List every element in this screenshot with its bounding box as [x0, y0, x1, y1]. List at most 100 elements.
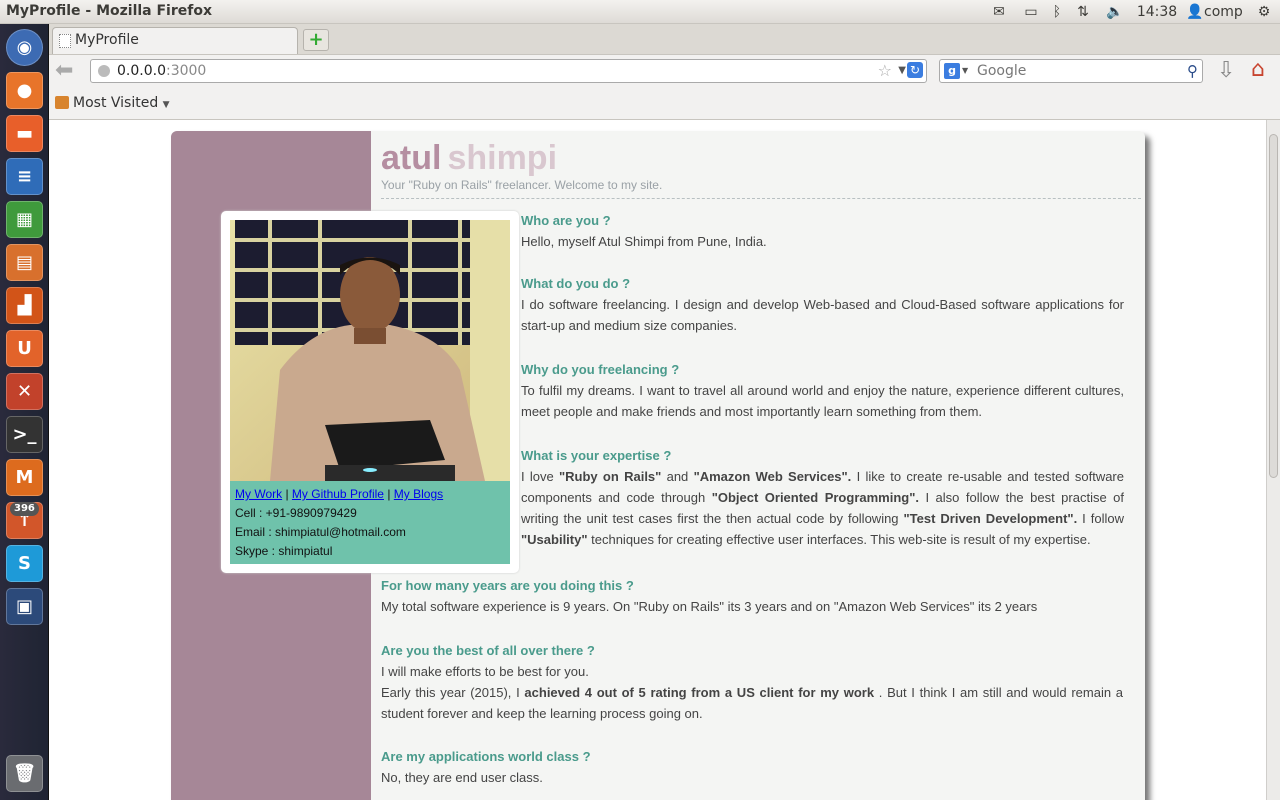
most-visited-menu[interactable]: Most Visited ▼ — [73, 95, 170, 111]
volume-muted-icon[interactable]: 🔈 — [1104, 2, 1126, 22]
user-icon[interactable]: 👤 — [1186, 2, 1203, 22]
answer-text: To fulfil my dreams. I want to travel al… — [521, 383, 1124, 419]
search-icon[interactable]: ⚲ — [1187, 60, 1198, 82]
emphasis: achieved 4 out of 5 rating from a US cli… — [524, 685, 875, 700]
tab-title: MyProfile — [75, 32, 139, 48]
user-name[interactable]: comp — [1204, 2, 1244, 22]
bookmarks-folder-icon — [55, 96, 69, 109]
bookmarks-toolbar: Most Visited ▼ — [49, 88, 1280, 120]
dash-home-icon[interactable]: ◉ — [6, 29, 43, 66]
calc-icon[interactable]: ▦ — [6, 201, 43, 238]
url-bar[interactable]: 0.0.0.0:3000 ☆ ▼ ↻ — [90, 59, 927, 83]
site-identity-icon[interactable] — [98, 65, 110, 77]
qa-section-4: What is your expertise ? I love "Ruby on… — [521, 445, 1124, 550]
answer-part: Early this year (2015), I — [381, 685, 525, 700]
url-host: 0.0.0.0 — [117, 63, 166, 79]
answer-text: No, they are end user class. — [381, 770, 543, 785]
qa-section-6: Are you the best of all over there ? I w… — [381, 640, 1123, 724]
email-address: Email : shimpiatul@hotmail.com — [235, 525, 406, 539]
terminal-icon[interactable]: >_ — [6, 416, 43, 453]
qa-section-3: Why do you freelancing ? To fulfil my dr… — [521, 359, 1124, 422]
unity-launcher: ◉ ● ▬ ≡ ▦ ▤ ▟ U ✕ >_ M 396 ↑ S ▣ 🗑 — [0, 24, 49, 800]
new-tab-button[interactable]: + — [303, 29, 329, 51]
profile-page: atul shimpi Your "Ruby on Rails" freelanc… — [171, 131, 1145, 800]
window-title: MyProfile - Mozilla Firefox — [6, 3, 212, 19]
question-heading: For how many years are you doing this ? — [381, 578, 634, 593]
first-name: atul — [381, 139, 442, 177]
link-separator: | — [285, 487, 289, 501]
chevron-down-icon: ▼ — [162, 100, 170, 110]
scrollbar-thumb[interactable] — [1269, 134, 1278, 478]
settings-gear-icon[interactable]: ⚙ — [1254, 2, 1274, 22]
workspace-switcher-icon[interactable]: ▣ — [6, 588, 43, 625]
bookmark-star-icon[interactable]: ☆ — [878, 60, 892, 82]
answer-text: Hello, myself Atul Shimpi from Pune, Ind… — [521, 234, 767, 249]
tab-strip: MyProfile + — [49, 24, 1280, 54]
emphasis: "Object Oriented Programming". — [711, 490, 919, 505]
my-blogs-link[interactable]: My Blogs — [394, 487, 443, 501]
qa-section-2: What do you do ? I do software freelanci… — [521, 273, 1124, 336]
battery-icon[interactable]: ▭ — [1019, 2, 1043, 22]
trash-icon[interactable]: 🗑 — [6, 755, 43, 792]
answer-text: I love "Ruby on Rails" and "Amazon Web S… — [521, 466, 1124, 550]
mail-icon[interactable]: ✉ — [989, 2, 1009, 22]
software-center-icon[interactable]: ▟ — [6, 287, 43, 324]
qa-section-5: For how many years are you doing this ? … — [381, 575, 1123, 617]
reload-icon[interactable]: ↻ — [907, 62, 923, 78]
navigation-toolbar: ⬅ 0.0.0.0:3000 ☆ ▼ ↻ g ▼ Google ⚲ ⇩ ⌂ — [49, 54, 1280, 88]
cell-number: Cell : +91-9890979429 — [235, 506, 357, 520]
answer-part: techniques for creating effective user i… — [587, 532, 1091, 547]
site-tagline: Your "Ruby on Rails" freelancer. Welcome… — [381, 178, 663, 192]
files-icon[interactable]: ▬ — [6, 115, 43, 152]
most-visited-label: Most Visited — [73, 95, 159, 111]
question-heading: What is your expertise ? — [521, 448, 672, 463]
answer-part: and — [661, 469, 694, 484]
contact-panel: My Work | My Github Profile | My Blogs C… — [230, 481, 510, 564]
skype-icon[interactable]: S — [6, 545, 43, 582]
downloads-icon[interactable]: ⇩ — [1217, 58, 1235, 83]
search-placeholder: Google — [977, 63, 1027, 79]
question-heading: Are my applications world class ? — [381, 749, 591, 764]
tab-myprofile[interactable]: MyProfile — [52, 27, 298, 54]
update-count-badge: 396 — [10, 502, 39, 516]
question-heading: Are you the best of all over there ? — [381, 643, 595, 658]
bluetooth-icon[interactable]: ᛒ — [1049, 2, 1065, 22]
writer-icon[interactable]: ≡ — [6, 158, 43, 195]
impress-icon[interactable]: ▤ — [6, 244, 43, 281]
emphasis: "Usability" — [521, 532, 588, 547]
answer-part: I love — [521, 469, 559, 484]
update-manager-icon[interactable]: 396 ↑ — [6, 502, 43, 539]
question-heading: What do you do ? — [521, 276, 631, 291]
search-bar[interactable]: g ▼ Google ⚲ — [939, 59, 1203, 83]
profile-card: My Work | My Github Profile | My Blogs C… — [221, 211, 519, 573]
answer-text-2: Early this year (2015), I achieved 4 out… — [381, 682, 1123, 724]
firefox-icon[interactable]: ● — [6, 72, 43, 109]
ubuntu-one-icon[interactable]: U — [6, 330, 43, 367]
qa-section-7: Are my applications world class ? No, th… — [381, 746, 1123, 788]
site-title: atul shimpi — [381, 139, 557, 178]
answer-text: I do software freelancing. I design and … — [521, 297, 1124, 333]
clock[interactable]: 14:38 — [1134, 2, 1180, 22]
github-profile-link[interactable]: My Github Profile — [292, 487, 384, 501]
url-port: :3000 — [165, 63, 207, 79]
engine-dropdown-icon[interactable]: ▼ — [962, 60, 968, 82]
answer-text: My total software experience is 9 years.… — [381, 599, 1038, 614]
my-work-link[interactable]: My Work — [235, 487, 282, 501]
system-top-bar: MyProfile - Mozilla Firefox ✉ ▭ ᛒ ⇅ 🔈 14… — [0, 0, 1280, 24]
profile-photo — [230, 220, 510, 481]
question-heading: Why do you freelancing ? — [521, 362, 680, 377]
link-separator: | — [387, 487, 391, 501]
network-icon[interactable]: ⇅ — [1073, 2, 1093, 22]
emphasis: "Amazon Web Services". — [693, 469, 852, 484]
app-icon[interactable]: M — [6, 459, 43, 496]
history-dropdown-icon[interactable]: ▼ — [898, 60, 906, 82]
answer-part: I follow — [1077, 511, 1124, 526]
system-settings-icon[interactable]: ✕ — [6, 373, 43, 410]
web-content[interactable]: atul shimpi Your "Ruby on Rails" freelanc… — [49, 120, 1266, 800]
home-icon[interactable]: ⌂ — [1251, 57, 1265, 82]
back-button[interactable]: ⬅ — [55, 60, 77, 82]
question-heading: Who are you ? — [521, 213, 611, 228]
emphasis: "Ruby on Rails" — [559, 469, 662, 484]
google-engine-icon[interactable]: g — [944, 63, 960, 79]
vertical-scrollbar[interactable] — [1266, 120, 1280, 800]
